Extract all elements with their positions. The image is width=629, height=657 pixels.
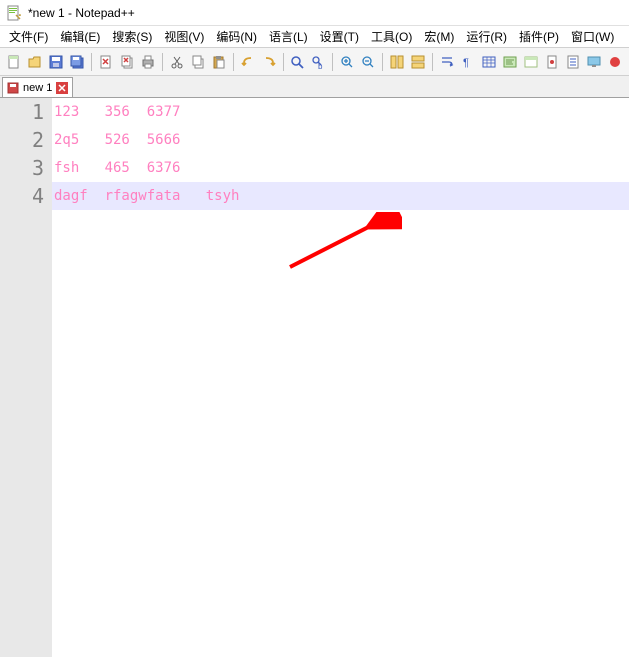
lang-icon[interactable] — [500, 51, 520, 73]
svg-text:¶: ¶ — [463, 57, 469, 69]
menu-encoding[interactable]: 编码(N) — [211, 26, 262, 47]
separator — [432, 53, 433, 71]
wrap-icon[interactable] — [437, 51, 457, 73]
print-icon[interactable] — [138, 51, 158, 73]
zoom-in-icon[interactable] — [337, 51, 357, 73]
editor[interactable]: 1 2 3 4 123 356 6377 2q5 526 5666 fsh 46… — [0, 98, 629, 657]
tab-file[interactable]: new 1 — [2, 77, 73, 97]
code-line[interactable]: 123 356 6377 — [52, 98, 629, 126]
new-file-icon[interactable] — [4, 51, 24, 73]
line-number: 4 — [0, 182, 44, 210]
paste-icon[interactable] — [209, 51, 229, 73]
sync-v-icon[interactable] — [387, 51, 407, 73]
menu-plugins[interactable]: 插件(P) — [514, 26, 564, 47]
func-list-icon[interactable] — [563, 51, 583, 73]
line-gutter: 1 2 3 4 — [0, 98, 52, 657]
tabbar: new 1 — [0, 76, 629, 98]
tab-close-icon[interactable] — [56, 82, 68, 94]
menu-file[interactable]: 文件(F) — [4, 26, 53, 47]
folder-icon[interactable] — [521, 51, 541, 73]
find-icon[interactable] — [287, 51, 307, 73]
tab-modified-icon — [7, 82, 19, 94]
svg-text:b: b — [318, 62, 323, 70]
separator — [283, 53, 284, 71]
menubar: 文件(F) 编辑(E) 搜索(S) 视图(V) 编码(N) 语言(L) 设置(T… — [0, 26, 629, 48]
menu-run[interactable]: 运行(R) — [461, 26, 512, 47]
menu-tools[interactable]: 工具(O) — [366, 26, 417, 47]
separator — [162, 53, 163, 71]
code-line-current[interactable]: dagf rfagwfata tsyh — [52, 182, 629, 210]
menu-edit[interactable]: 编辑(E) — [55, 26, 105, 47]
app-icon — [6, 5, 22, 21]
line-number: 2 — [0, 126, 44, 154]
doc-map-icon[interactable] — [542, 51, 562, 73]
menu-language[interactable]: 语言(L) — [264, 26, 313, 47]
undo-icon[interactable] — [238, 51, 258, 73]
menu-window[interactable]: 窗口(W) — [566, 26, 619, 47]
tab-label: new 1 — [23, 82, 52, 94]
replace-icon[interactable]: b — [308, 51, 328, 73]
line-number: 1 — [0, 98, 44, 126]
monitor-icon[interactable] — [584, 51, 604, 73]
close-icon[interactable] — [96, 51, 116, 73]
copy-icon[interactable] — [188, 51, 208, 73]
save-all-icon[interactable] — [67, 51, 87, 73]
save-icon[interactable] — [46, 51, 66, 73]
redo-icon[interactable] — [259, 51, 279, 73]
menu-macro[interactable]: 宏(M) — [419, 26, 459, 47]
titlebar: *new 1 - Notepad++ — [0, 0, 629, 26]
separator — [91, 53, 92, 71]
sync-h-icon[interactable] — [408, 51, 428, 73]
separator — [233, 53, 234, 71]
code-line[interactable]: 2q5 526 5666 — [52, 126, 629, 154]
all-chars-icon[interactable]: ¶ — [458, 51, 478, 73]
window-title: *new 1 - Notepad++ — [28, 6, 135, 20]
zoom-out-icon[interactable] — [358, 51, 378, 73]
code-line[interactable]: fsh 465 6376 — [52, 154, 629, 182]
separator — [382, 53, 383, 71]
record-icon[interactable] — [605, 51, 625, 73]
close-all-icon[interactable] — [117, 51, 137, 73]
menu-settings[interactable]: 设置(T) — [315, 26, 364, 47]
code-area[interactable]: 123 356 6377 2q5 526 5666 fsh 465 6376 d… — [52, 98, 629, 657]
toolbar: b ¶ — [0, 48, 629, 76]
cut-icon[interactable] — [167, 51, 187, 73]
arrow-annotation-icon — [282, 212, 402, 282]
menu-search[interactable]: 搜索(S) — [107, 26, 157, 47]
separator — [332, 53, 333, 71]
menu-view[interactable]: 视图(V) — [159, 26, 209, 47]
indent-guide-icon[interactable] — [479, 51, 499, 73]
line-number: 3 — [0, 154, 44, 182]
open-file-icon[interactable] — [25, 51, 45, 73]
